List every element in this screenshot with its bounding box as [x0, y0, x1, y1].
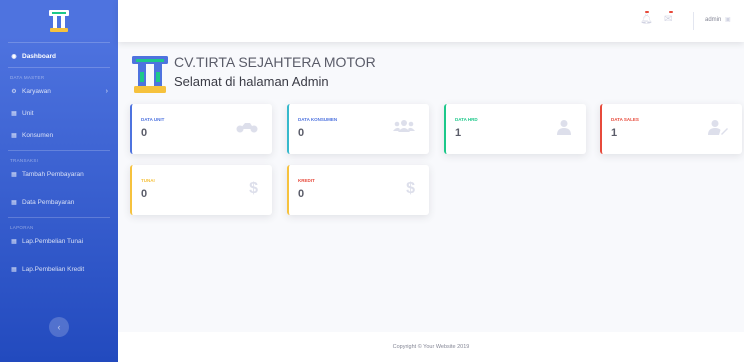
- card-value: 0: [298, 127, 305, 139]
- card-data-unit[interactable]: DATA UNIT 0: [130, 104, 272, 154]
- sidebar-item-lap-tunai[interactable]: ▦ Lap.Pembelian Tunai: [0, 230, 118, 252]
- sidebar-item-label: Unit: [22, 109, 34, 117]
- footer: Copyright © Your Website 2019: [118, 332, 744, 362]
- sidebar-item-lap-kredit[interactable]: ▦ Lap.Pembelian Kredit: [0, 258, 118, 280]
- sidebar-item-label: Tambah Pembayaran: [22, 170, 84, 178]
- sidebar-item-data-pembayaran[interactable]: ▦ Data Pembayaran: [0, 191, 118, 213]
- company-name: CV.TIRTA SEJAHTERA MOTOR: [174, 54, 376, 70]
- sidebar-divider: [8, 42, 110, 43]
- motorcycle-icon: [236, 119, 258, 138]
- card-label: TUNAI: [141, 178, 155, 183]
- card-label: DATA HRD: [455, 117, 478, 122]
- table-icon: ▦: [11, 110, 17, 117]
- user-menu[interactable]: admin ▣: [705, 16, 731, 23]
- card-value: 1: [455, 127, 462, 139]
- messages-badge: [669, 11, 673, 13]
- sidebar-item-label: Konsumen: [22, 131, 54, 139]
- table-icon: ▦: [11, 238, 17, 245]
- table-icon: ▦: [11, 132, 17, 139]
- copyright-text: Copyright © Your Website 2019: [392, 344, 470, 350]
- tirta-logo-icon: [49, 10, 69, 32]
- sidebar-item-tambah-pembayaran[interactable]: ▦ Tambah Pembayaran: [0, 163, 118, 185]
- sidebar-item-label: Dashboard: [22, 52, 56, 60]
- sidebar-item-dashboard[interactable]: ◉ Dashboard: [0, 45, 118, 67]
- gear-icon: ⚙: [11, 88, 17, 95]
- card-value: 0: [141, 188, 148, 200]
- chevron-left-icon: ‹: [57, 322, 61, 332]
- users-icon: [393, 119, 415, 138]
- envelope-icon: ✉: [664, 14, 673, 25]
- card-label: KREDIT: [298, 178, 315, 183]
- card-value: 0: [298, 188, 305, 200]
- user-edit-icon: [708, 119, 728, 140]
- card-label: DATA KONSUMEN: [298, 117, 338, 122]
- sidebar-divider: [8, 217, 110, 218]
- alerts-button[interactable]: 🔔︎: [640, 11, 653, 25]
- company-logo-icon: [132, 56, 168, 93]
- sidebar-item-label: Karyawan: [22, 87, 51, 95]
- sidebar-divider: [8, 67, 110, 68]
- card-kredit[interactable]: KREDIT 0 $: [287, 165, 429, 215]
- page-title: Selamat di halaman Admin: [174, 74, 329, 89]
- card-data-sales[interactable]: DATA SALES 1: [600, 104, 742, 154]
- user-icon: [556, 119, 572, 140]
- sidebar-item-unit[interactable]: ▦ Unit: [0, 102, 118, 124]
- messages-button[interactable]: ✉: [664, 11, 673, 25]
- user-name: admin: [705, 17, 722, 23]
- sidebar-item-konsumen[interactable]: ▦ Konsumen: [0, 124, 118, 146]
- user-avatar-icon: ▣: [725, 17, 731, 23]
- table-icon: ▦: [11, 171, 17, 178]
- page-heading: CV.TIRTA SEJAHTERA MOTOR Selamat di hala…: [130, 52, 430, 98]
- card-data-konsumen[interactable]: DATA KONSUMEN 0: [287, 104, 429, 154]
- card-tunai[interactable]: TUNAI 0 $: [130, 165, 272, 215]
- sidebar-toggle-button[interactable]: ‹: [49, 317, 69, 337]
- sidebar-item-label: Lap.Pembelian Kredit: [22, 265, 85, 273]
- table-icon: ▦: [11, 266, 17, 273]
- sidebar-item-label: Lap.Pembelian Tunai: [22, 237, 84, 245]
- topbar: 🔔︎ ✉ admin ▣: [118, 0, 744, 42]
- topbar-divider: [693, 12, 694, 30]
- table-icon: ▦: [11, 199, 17, 206]
- sidebar-brand[interactable]: [0, 0, 118, 42]
- dollar-icon: $: [249, 180, 258, 197]
- bell-icon: 🔔︎: [640, 14, 653, 25]
- sidebar-divider: [8, 150, 110, 151]
- dollar-icon: $: [406, 180, 415, 197]
- card-label: DATA UNIT: [141, 117, 165, 122]
- card-value: 0: [141, 127, 148, 139]
- sidebar-item-label: Data Pembayaran: [22, 198, 75, 206]
- sidebar-item-karyawan[interactable]: ⚙ Karyawan ›: [0, 80, 118, 102]
- card-data-hrd[interactable]: DATA HRD 1: [444, 104, 586, 154]
- card-label: DATA SALES: [611, 117, 639, 122]
- dashboard-icon: ◉: [11, 53, 17, 60]
- card-value: 1: [611, 127, 618, 139]
- sidebar: ◉ Dashboard DATA MASTER ⚙ Karyawan › ▦ U…: [0, 0, 118, 362]
- chevron-right-icon: ›: [105, 87, 108, 95]
- alerts-badge: [645, 11, 649, 13]
